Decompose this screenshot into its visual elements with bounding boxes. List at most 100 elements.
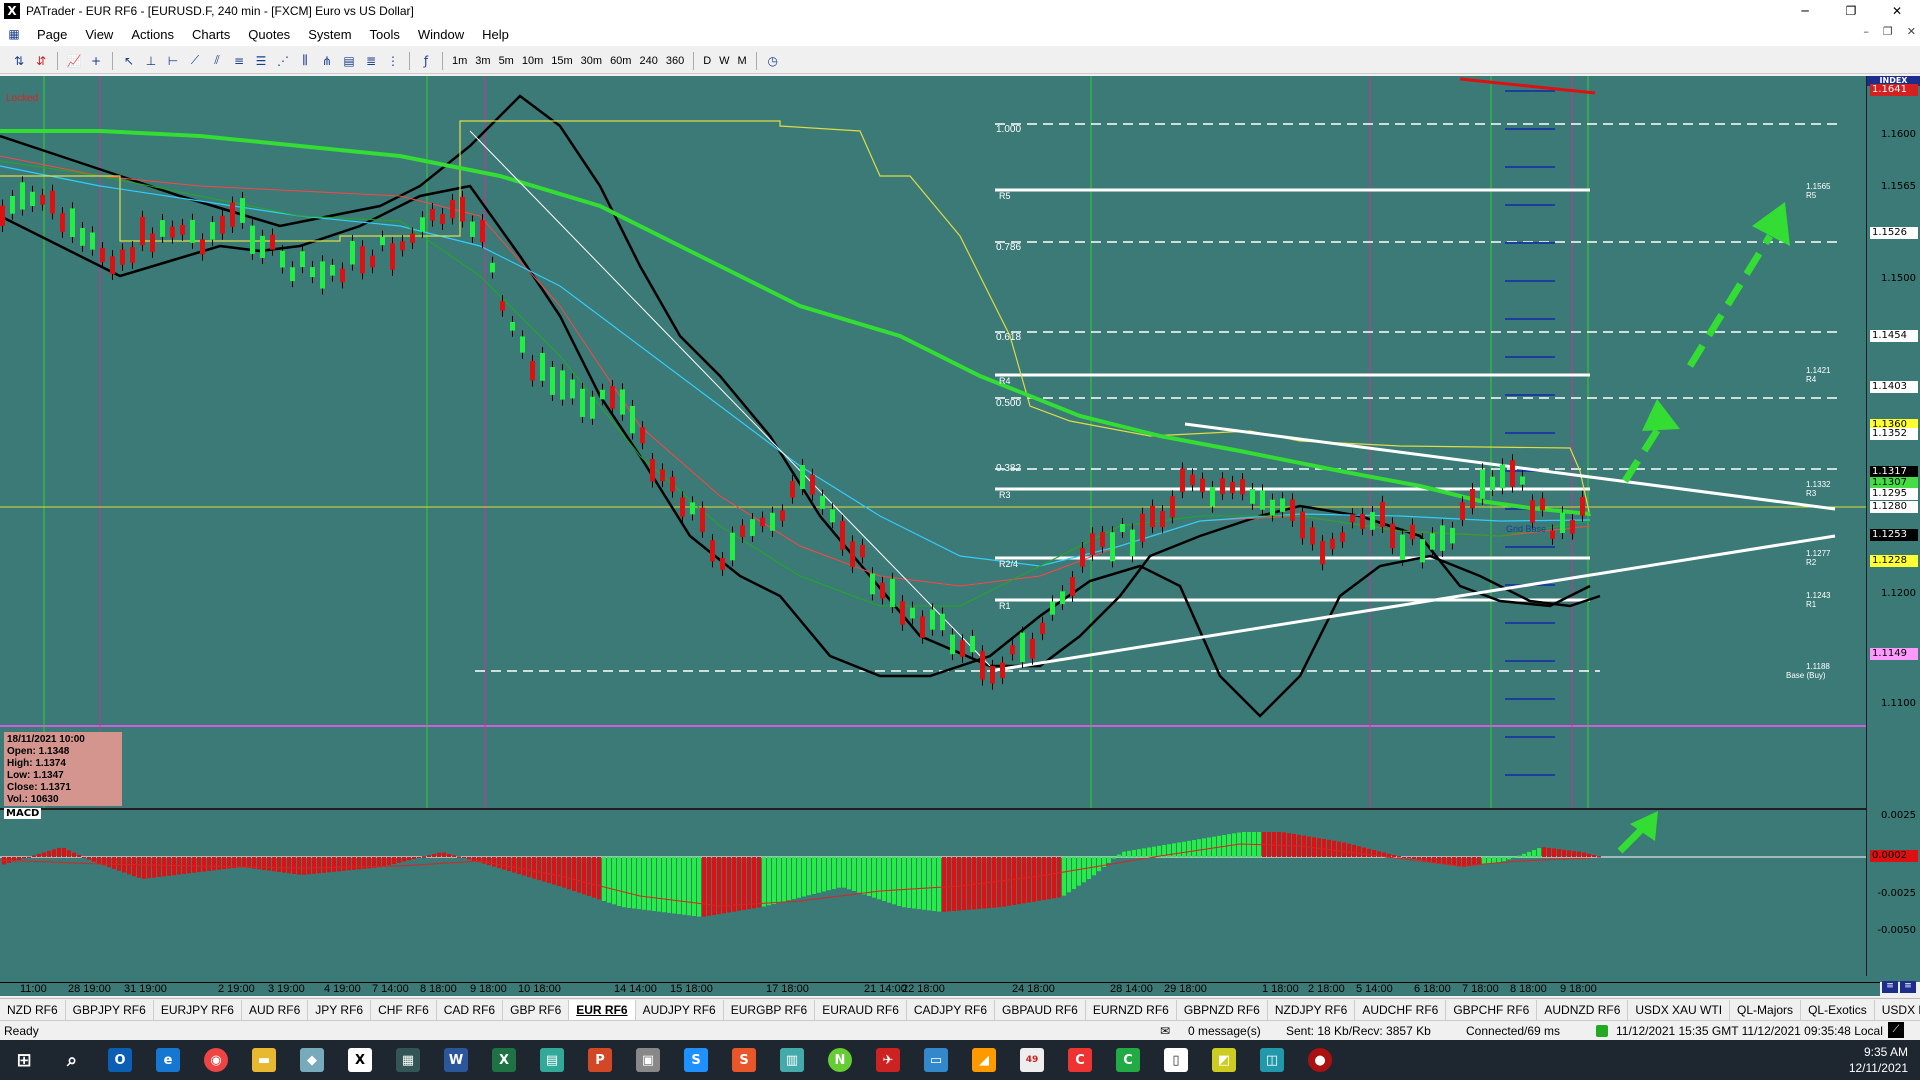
patrader-icon[interactable]: X [336, 1040, 384, 1080]
vline-icon[interactable]: ⊢ [162, 51, 184, 71]
start-button[interactable]: ⊞ [0, 1040, 48, 1080]
chart-icon[interactable]: 📈 [63, 51, 85, 71]
symbol-tab[interactable]: GBPNZD RF6 [1177, 999, 1268, 1020]
tf-30m[interactable]: 30m [577, 51, 606, 71]
app-icon-green-n[interactable]: N [816, 1040, 864, 1080]
crosshair-icon[interactable]: + [85, 51, 107, 71]
buy-icon[interactable]: ⇅ [8, 51, 30, 71]
word-icon[interactable]: W [432, 1040, 480, 1080]
tf-60m[interactable]: 60m [606, 51, 635, 71]
scroll-right-icon[interactable]: ≡ [1900, 981, 1916, 993]
price-chart[interactable] [0, 76, 1866, 982]
symbol-tab[interactable]: GBPJPY RF6 [66, 999, 154, 1020]
tf-240[interactable]: 240 [635, 51, 661, 71]
tf-m[interactable]: M [734, 51, 751, 71]
chrome-icon[interactable]: ◉ [192, 1040, 240, 1080]
symbol-tab[interactable]: EUR RF6 [569, 999, 636, 1020]
gann-icon[interactable]: ⋰ [272, 51, 294, 71]
powerpoint-icon[interactable]: P [576, 1040, 624, 1080]
indicator-icon[interactable]: ƒ [415, 51, 437, 71]
list-icon[interactable]: ⋮ [382, 51, 404, 71]
fib-ext-icon[interactable]: ☰ [250, 51, 272, 71]
mdi-restore-icon[interactable]: ❐ [1883, 25, 1893, 38]
chart-area[interactable]: Locked 1.000 0.786 0.618 0.500 0.382 R5 … [0, 76, 1920, 996]
app-icon-doc49[interactable]: 49 [1008, 1040, 1056, 1080]
calculator-icon[interactable]: ▦ [384, 1040, 432, 1080]
minimize-button[interactable]: ─ [1782, 0, 1828, 22]
symbol-tab[interactable]: QL-Majors [1730, 999, 1802, 1020]
menu-system[interactable]: System [299, 27, 360, 42]
mdi-minimize-icon[interactable]: – [1863, 25, 1869, 38]
tf-360[interactable]: 360 [662, 51, 688, 71]
app-icon-record[interactable]: ● [1296, 1040, 1344, 1080]
tf-10m[interactable]: 10m [518, 51, 547, 71]
app-icon-cube[interactable]: ◫ [1248, 1040, 1296, 1080]
menu-tools[interactable]: Tools [361, 27, 409, 42]
tf-5m[interactable]: 5m [495, 51, 518, 71]
symbol-tab[interactable]: GBPCHF RF6 [1446, 999, 1538, 1020]
symbol-tab[interactable]: EURJPY RF6 [154, 999, 242, 1020]
excel-icon[interactable]: X [480, 1040, 528, 1080]
symbol-tab[interactable]: USDX XAU WTI [1628, 999, 1731, 1020]
sheet-icon[interactable]: ▤ [528, 1040, 576, 1080]
edge-icon[interactable]: e [144, 1040, 192, 1080]
tf-1m[interactable]: 1m [448, 51, 471, 71]
symbol-tab[interactable]: CAD RF6 [437, 999, 504, 1020]
symbol-tab[interactable]: CADJPY RF6 [907, 999, 996, 1020]
outlook-icon[interactable]: O [96, 1040, 144, 1080]
menu-page[interactable]: Page [28, 27, 76, 42]
app-icon-gray[interactable]: ▣ [624, 1040, 672, 1080]
search-icon[interactable]: ⌕ [48, 1040, 96, 1080]
channel-icon[interactable]: ⫽ [206, 51, 228, 71]
symbol-tab[interactable]: EURAUD RF6 [815, 999, 907, 1020]
trendline-icon[interactable]: ⟋ [184, 51, 206, 71]
close-button[interactable]: ✕ [1874, 0, 1920, 22]
menu-window[interactable]: Window [409, 27, 473, 42]
symbol-tab[interactable]: GBPAUD RF6 [995, 999, 1086, 1020]
rect-icon[interactable]: ▤ [338, 51, 360, 71]
symbol-tab[interactable]: AUD RF6 [242, 999, 309, 1020]
symbol-tab[interactable]: AUDNZD RF6 [1537, 999, 1629, 1020]
cycle-icon[interactable]: ⫼ [294, 51, 316, 71]
symbol-tab[interactable]: JPY RF6 [308, 999, 372, 1020]
clock-icon[interactable]: ◷ [762, 51, 784, 71]
menu-view[interactable]: View [76, 27, 122, 42]
resize-grip-icon[interactable]: ⟋ [1888, 1022, 1904, 1038]
symbol-tab[interactable]: NZD RF6 [0, 999, 66, 1020]
app-icon-blue[interactable]: ◆ [288, 1040, 336, 1080]
hline-icon[interactable]: ⊥ [140, 51, 162, 71]
app-icon-orange[interactable]: ◢ [960, 1040, 1008, 1080]
menu-help[interactable]: Help [473, 27, 518, 42]
fib-icon[interactable]: ≡ [228, 51, 250, 71]
symbol-tab[interactable]: NZDJPY RF6 [1268, 999, 1356, 1020]
app-icon-c-green[interactable]: C [1104, 1040, 1152, 1080]
scroll-left-icon[interactable]: ≡ [1882, 981, 1898, 993]
sell-icon[interactable]: ⇵ [30, 51, 52, 71]
app-icon-s-orange[interactable]: S [720, 1040, 768, 1080]
symbol-tab[interactable]: CHF RF6 [371, 999, 437, 1020]
tf-d[interactable]: D [699, 51, 715, 71]
symbol-tab[interactable]: GBP RF6 [503, 999, 570, 1020]
symbol-tab[interactable]: EURNZD RF6 [1086, 999, 1177, 1020]
symbol-tab[interactable]: USDX RF6 [1875, 1000, 1920, 1020]
app-icon-s-blue[interactable]: S [672, 1040, 720, 1080]
pitchfork-icon[interactable]: ⋔ [316, 51, 338, 71]
symbol-tab[interactable]: QL-Exotics [1801, 999, 1875, 1020]
symbol-tab[interactable]: AUDCHF RF6 [1355, 999, 1447, 1020]
menu-quotes[interactable]: Quotes [239, 27, 299, 42]
pointer-icon[interactable]: ↖ [118, 51, 140, 71]
tf-15m[interactable]: 15m [547, 51, 576, 71]
restore-button[interactable]: ❐ [1828, 0, 1874, 22]
price-axis[interactable]: INDEX 1.1641 1.1600 1.1565 1.1526 1.1500 1.14… [1866, 76, 1920, 976]
menu-actions[interactable]: Actions [122, 27, 183, 42]
app-icon-chart[interactable]: ◩ [1200, 1040, 1248, 1080]
mdi-close-icon[interactable]: ✕ [1907, 25, 1916, 38]
symbol-tab[interactable]: EURGBP RF6 [724, 999, 816, 1020]
app-icon-c-red[interactable]: C [1056, 1040, 1104, 1080]
menu-charts[interactable]: Charts [183, 27, 239, 42]
app-icon-file[interactable]: ▯ [1152, 1040, 1200, 1080]
explorer-icon[interactable]: ▬ [240, 1040, 288, 1080]
app-icon-monitor[interactable]: ▭ [912, 1040, 960, 1080]
tf-w[interactable]: W [715, 51, 733, 71]
text-icon[interactable]: ≣ [360, 51, 382, 71]
